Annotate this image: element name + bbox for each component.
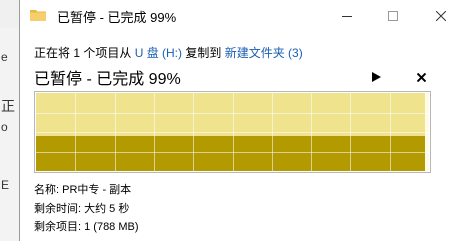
chart-gridline — [36, 152, 429, 153]
dialog-content: 正在将 1 个项目从 U 盘 (H:) 复制到 新建文件夹 (3) 已暂停 - … — [20, 31, 463, 241]
minimize-button[interactable] — [324, 0, 370, 31]
remaining-time: 剩余时间: 大约 5 秒 — [34, 203, 130, 215]
progress-chart-area — [36, 93, 429, 171]
copy-progress-dialog: 已暂停 - 已完成 99% 正在将 1 个项目从 U 盘 (H:) 复制到 新建… — [19, 0, 463, 241]
copy-description: 正在将 1 个项目从 U 盘 (H:) 复制到 新建文件夹 (3) — [34, 44, 303, 61]
background-text-fragment: e — [1, 50, 8, 64]
play-icon — [371, 72, 381, 82]
status-heading: 已暂停 - 已完成 99% — [34, 71, 181, 88]
background-text-fragment: o — [1, 120, 8, 134]
chart-gridline — [36, 113, 429, 114]
folder-icon — [30, 10, 46, 21]
background-text-fragment: 正 — [1, 98, 15, 114]
destination-link[interactable]: 新建文件夹 (3) — [225, 46, 303, 60]
minimize-icon — [342, 15, 352, 17]
close-icon — [436, 10, 446, 21]
maximize-icon — [388, 10, 398, 21]
copy-prefix: 正在将 1 个项目从 — [34, 46, 132, 60]
remaining-items: 剩余项目: 1 (788 MB) — [34, 221, 139, 233]
speed-graph — [36, 135, 426, 171]
close-icon — [416, 72, 426, 82]
progress-chart — [34, 91, 431, 173]
background-text-fragment: E — [1, 178, 10, 192]
resume-button[interactable] — [365, 67, 387, 87]
title-bar[interactable]: 已暂停 - 已完成 99% — [20, 0, 463, 31]
close-button[interactable] — [418, 0, 463, 31]
source-link[interactable]: U 盘 (H:) — [135, 46, 182, 60]
cancel-button[interactable] — [410, 67, 432, 87]
window-title: 已暂停 - 已完成 99% — [57, 10, 177, 25]
copy-middle: 复制到 — [185, 46, 222, 60]
chart-gridline — [36, 132, 429, 133]
maximize-button[interactable] — [370, 0, 416, 31]
file-name: 名称: PR中专 - 副本 — [34, 184, 132, 196]
